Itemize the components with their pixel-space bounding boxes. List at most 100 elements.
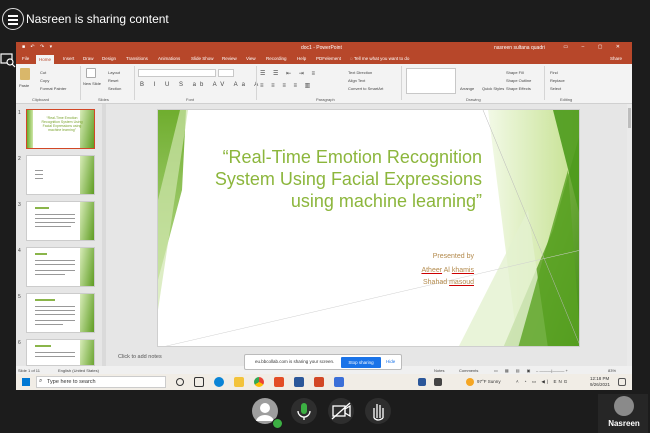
paste-button[interactable]: Paste	[19, 83, 29, 88]
font-name-dropdown[interactable]	[138, 69, 216, 77]
camera-button[interactable]	[328, 398, 354, 424]
microphone-button[interactable]	[291, 398, 317, 424]
tab-recording[interactable]: Recording	[266, 56, 287, 61]
font-format-buttons[interactable]: B I U S ab AV Aa A	[140, 82, 262, 88]
slide-thumbnail-5[interactable]	[26, 293, 95, 333]
tab-pdfelement[interactable]: PDFelement	[316, 56, 341, 61]
slide-thumbnail-1[interactable]: “Real-Time Emotion Recognition System Us…	[26, 109, 95, 149]
font-size-dropdown[interactable]	[218, 69, 234, 77]
menu-button[interactable]	[2, 8, 24, 30]
thumbnails-scrollbar[interactable]	[102, 104, 106, 366]
language-status[interactable]: English (United States)	[58, 368, 99, 373]
section-button[interactable]: Section	[108, 86, 121, 91]
shape-fill-button[interactable]: Shape Fill	[506, 70, 524, 75]
arrange-button[interactable]: Arrange	[460, 86, 474, 91]
powerpoint-icon[interactable]	[314, 377, 324, 387]
author-2: Shahad masoud	[423, 279, 474, 286]
menu-icon-line	[8, 23, 18, 25]
tray-app-icon[interactable]	[418, 378, 426, 386]
drawing-group-label: Drawing	[466, 97, 481, 102]
convert-smartart-button[interactable]: Convert to SmartArt	[348, 86, 383, 91]
hide-button[interactable]: Hide	[386, 359, 395, 364]
tab-design[interactable]: Design	[102, 56, 116, 61]
select-button[interactable]: Select	[550, 86, 561, 91]
shapes-gallery[interactable]	[406, 68, 456, 94]
cortana-icon[interactable]	[176, 378, 184, 386]
notes-toggle[interactable]: Notes	[434, 368, 444, 373]
new-slide-button[interactable]: New Slide	[83, 81, 101, 86]
window-controls[interactable]: ▭ – ▢ ✕	[563, 44, 626, 50]
align-buttons[interactable]: ≡ ≡ ≡ ≡ ▥	[260, 82, 313, 89]
task-view-icon[interactable]	[194, 377, 204, 387]
shape-outline-button[interactable]: Shape Outline	[506, 78, 531, 83]
list-buttons[interactable]: ☰ ☰ ⇤ ⇥ ≡	[260, 70, 318, 77]
file-explorer-icon[interactable]	[234, 377, 244, 387]
share-button[interactable]: Share	[610, 56, 622, 61]
slide-thumbnail-4[interactable]	[26, 247, 95, 287]
system-tray-icons[interactable]: ˄ ◔ ▭ ◀) ENG	[516, 379, 569, 385]
notifications-icon[interactable]	[618, 378, 626, 386]
teams-icon[interactable]	[334, 377, 344, 387]
clock-time[interactable]: 12:18 PM	[590, 376, 609, 381]
thumbnail-line	[35, 222, 75, 223]
zoom-slider[interactable]: – ———|——— +	[536, 368, 568, 373]
office-icon[interactable]	[274, 377, 284, 387]
align-text-button[interactable]: Align Text	[348, 78, 365, 83]
zoom-view-icon[interactable]	[0, 52, 16, 68]
layout-button[interactable]: Layout	[108, 70, 120, 75]
tab-help[interactable]: Help	[297, 56, 306, 61]
find-button[interactable]: Find	[550, 70, 558, 75]
slide-title[interactable]: “Real-Time Emotion Recognition System Us…	[172, 146, 482, 212]
thumbnail-accent	[27, 110, 33, 148]
replace-button[interactable]: Replace	[550, 78, 565, 83]
participant-avatar	[614, 396, 634, 416]
zoom-level[interactable]: 83%	[608, 368, 616, 373]
view-buttons[interactable]: ▭ ▦ ▤ ▣	[494, 368, 533, 373]
document-title: doc1 - PowerPoint	[301, 45, 342, 51]
participant-tile[interactable]: Nasreen	[598, 394, 648, 433]
scrollbar-thumb[interactable]	[628, 108, 631, 128]
slide-thumbnail-2[interactable]	[26, 155, 95, 195]
editor-scrollbar[interactable]	[627, 104, 632, 366]
meeting-top-bar: Nasreen is sharing content	[0, 0, 650, 40]
thumbnail-line	[35, 310, 75, 311]
tab-transitions[interactable]: Transitions	[126, 56, 148, 61]
paragraph-group-label: Paragraph	[316, 97, 335, 102]
tab-review[interactable]: Review	[222, 56, 237, 61]
edge-icon[interactable]	[214, 377, 224, 387]
tab-view[interactable]: View	[246, 56, 256, 61]
stop-sharing-button[interactable]: Stop sharing	[341, 357, 381, 368]
thumbnail-line	[35, 253, 47, 255]
word-icon[interactable]	[294, 377, 304, 387]
clock-date[interactable]: 9/26/2021	[590, 382, 610, 387]
current-slide[interactable]: “Real-Time Emotion Recognition System Us…	[157, 109, 580, 347]
tab-draw[interactable]: Draw	[83, 56, 94, 61]
status-indicator-icon	[272, 418, 283, 429]
shape-effects-button[interactable]: Shape Effects	[506, 86, 531, 91]
tab-insert[interactable]: Insert	[63, 56, 74, 61]
tray-app-icon[interactable]	[434, 378, 442, 386]
new-slide-icon[interactable]	[86, 68, 96, 78]
quick-access-toolbar[interactable]: ■ ↶ ↷ ▾	[22, 44, 54, 50]
reset-button[interactable]: Reset	[108, 78, 118, 83]
taskbar-search[interactable]: ⌕ Type here to search	[36, 376, 166, 388]
tab-animations[interactable]: Animations	[158, 56, 180, 61]
weather-text[interactable]: 97°F Sunny	[477, 379, 501, 384]
format-painter-button[interactable]: Format Painter	[40, 86, 66, 91]
quick-styles-button[interactable]: Quick Styles	[482, 86, 504, 91]
tab-slide-show[interactable]: Slide Show	[191, 56, 214, 61]
chrome-icon[interactable]	[254, 377, 264, 387]
cut-button[interactable]: Cut	[40, 70, 46, 75]
slide-thumbnail-3[interactable]	[26, 201, 95, 241]
slide-thumbnail-6[interactable]	[26, 339, 95, 366]
comments-toggle[interactable]: Comments	[459, 368, 478, 373]
thumbnail-line	[35, 324, 63, 325]
share-content-button[interactable]	[365, 398, 391, 424]
paste-icon[interactable]	[20, 68, 30, 80]
text-direction-button[interactable]: Text Direction	[348, 70, 372, 75]
tab-file[interactable]: File	[22, 56, 29, 61]
copy-button[interactable]: Copy	[40, 78, 49, 83]
tab-home[interactable]: Home	[36, 55, 55, 64]
windows-start-icon[interactable]	[22, 378, 30, 386]
tell-me-search[interactable]: ◌ Tell me what you want to do	[350, 56, 409, 61]
